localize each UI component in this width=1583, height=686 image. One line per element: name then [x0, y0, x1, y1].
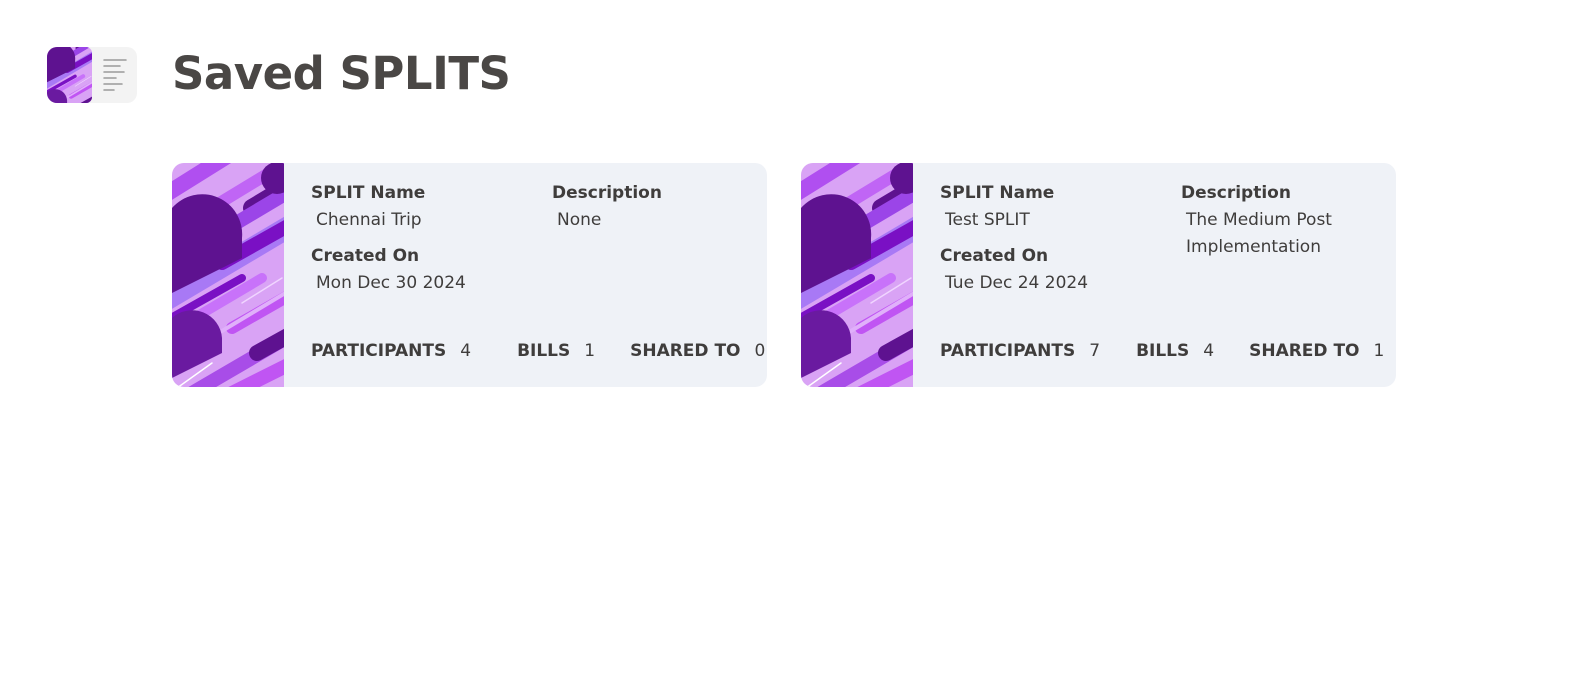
- split-name-field: SPLIT Name Chennai Trip: [311, 180, 425, 234]
- split-card-art: [801, 163, 913, 387]
- participants-label: PARTICIPANTS: [940, 341, 1076, 361]
- abstract-purple-pattern-icon: [47, 47, 92, 103]
- created-on-value: Tue Dec 24 2024: [945, 273, 1089, 293]
- description-value: None: [557, 210, 602, 230]
- participants-label: PARTICIPANTS: [311, 341, 447, 361]
- shared-to-label: SHARED TO: [1249, 341, 1360, 361]
- description-label: Description: [552, 183, 662, 203]
- created-on-label: Created On: [940, 246, 1049, 266]
- bills-count: 4: [1203, 341, 1215, 361]
- created-on-label: Created On: [311, 246, 420, 266]
- split-stats: PARTICIPANTS 4 BILLS 1 SHARED TO 0: [311, 341, 765, 361]
- description-field: Description The Medium Post Implementati…: [1181, 180, 1381, 261]
- description-field: Description None: [552, 180, 762, 234]
- split-name-value: Test SPLIT: [945, 210, 1030, 230]
- split-name-field: SPLIT Name Test SPLIT: [940, 180, 1054, 234]
- participants-count: 7: [1089, 341, 1101, 361]
- bills-label: BILLS: [1136, 341, 1190, 361]
- split-name-value: Chennai Trip: [316, 210, 422, 230]
- split-name-label: SPLIT Name: [940, 183, 1055, 203]
- created-on-field: Created On Tue Dec 24 2024: [940, 243, 1088, 297]
- bills-label: BILLS: [517, 341, 571, 361]
- shared-to-count: 1: [1373, 341, 1385, 361]
- split-card[interactable]: SPLIT Name Test SPLIT Description The Me…: [801, 163, 1396, 387]
- split-card[interactable]: SPLIT Name Chennai Trip Description None…: [172, 163, 767, 387]
- description-label: Description: [1181, 183, 1291, 203]
- created-on-field: Created On Mon Dec 30 2024: [311, 243, 466, 297]
- shared-to-count: 0: [754, 341, 766, 361]
- description-value: The Medium Post Implementation: [1186, 210, 1332, 257]
- top-bar: [47, 47, 137, 103]
- page-title: Saved SPLITS: [172, 47, 511, 100]
- menu-lines-icon[interactable]: [92, 47, 137, 103]
- shared-to-label: SHARED TO: [630, 341, 741, 361]
- split-name-label: SPLIT Name: [311, 183, 426, 203]
- participants-count: 4: [460, 341, 472, 361]
- split-card-art: [172, 163, 284, 387]
- menu-toggle-button[interactable]: [47, 47, 137, 103]
- split-card-body: SPLIT Name Chennai Trip Description None…: [284, 163, 767, 387]
- split-stats: PARTICIPANTS 7 BILLS 4 SHARED TO 1: [940, 341, 1384, 361]
- bills-count: 1: [584, 341, 596, 361]
- split-card-body: SPLIT Name Test SPLIT Description The Me…: [913, 163, 1396, 387]
- created-on-value: Mon Dec 30 2024: [316, 273, 466, 293]
